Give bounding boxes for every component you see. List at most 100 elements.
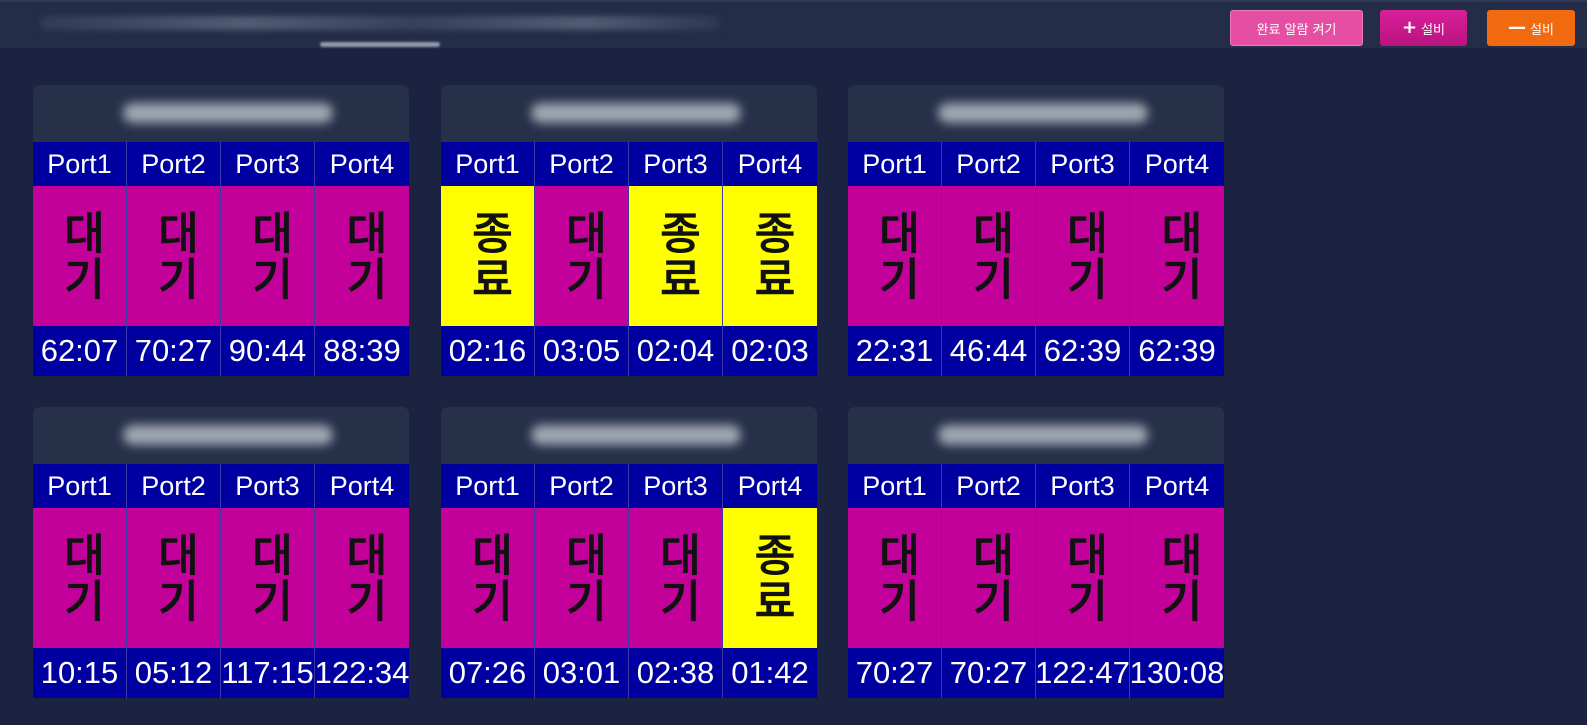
remove-equipment-label: 설비	[1530, 22, 1554, 38]
port-name: Port3	[629, 142, 722, 186]
port-name: Port2	[127, 464, 220, 508]
port-column[interactable]: Port3 대기 90:44	[221, 142, 315, 376]
port-column[interactable]: Port4 대기 130:08	[1130, 464, 1224, 698]
equipment-card: Port1 대기 22:31 Port2 대기 46:44 Port3 대기 62:39 Port…	[848, 85, 1224, 376]
port-elapsed-time: 10:15	[33, 648, 126, 698]
port-elapsed-time: 02:16	[441, 326, 534, 376]
port-elapsed-time: 02:04	[629, 326, 722, 376]
top-bar: 완료 알람 켜기 + 설비 — 설비	[0, 0, 1587, 48]
port-list: Port1 대기 07:26 Port2 대기 03:01 Port3 대기 02:38 Port…	[441, 464, 817, 698]
port-status: 대기	[1130, 508, 1224, 648]
add-equipment-button[interactable]: + 설비	[1380, 10, 1467, 46]
equipment-card: Port1 대기 70:27 Port2 대기 70:27 Port3 대기 122:47 Por…	[848, 407, 1224, 698]
port-elapsed-time: 90:44	[221, 326, 314, 376]
equipment-card: Port1 종료 02:16 Port2 대기 03:05 Port3 종료 02:04 Port…	[441, 85, 817, 376]
port-status: 종료	[441, 186, 534, 326]
port-name: Port3	[629, 464, 722, 508]
port-status: 대기	[1130, 186, 1224, 326]
port-column[interactable]: Port2 대기 70:27	[942, 464, 1036, 698]
port-elapsed-time: 03:01	[535, 648, 628, 698]
port-status: 대기	[33, 508, 126, 648]
port-column[interactable]: Port3 대기 02:38	[629, 464, 723, 698]
add-equipment-label: 설비	[1421, 22, 1445, 38]
port-status: 대기	[127, 186, 220, 326]
redacted-equipment-name	[123, 425, 333, 445]
port-column[interactable]: Port2 대기 03:05	[535, 142, 629, 376]
port-status: 대기	[33, 186, 126, 326]
port-column[interactable]: Port1 대기 07:26	[441, 464, 535, 698]
minus-icon: —	[1508, 17, 1527, 38]
port-list: Port1 대기 10:15 Port2 대기 05:12 Port3 대기 117:15 Por…	[33, 464, 409, 698]
port-name: Port4	[1130, 464, 1224, 508]
port-name: Port3	[221, 142, 314, 186]
port-elapsed-time: 70:27	[848, 648, 941, 698]
port-status: 대기	[221, 186, 314, 326]
port-elapsed-time: 62:39	[1130, 326, 1224, 376]
port-column[interactable]: Port1 대기 10:15	[33, 464, 127, 698]
port-column[interactable]: Port4 대기 122:34	[315, 464, 409, 698]
redacted-equipment-name	[531, 103, 741, 123]
port-status: 대기	[848, 508, 941, 648]
completion-alarm-button[interactable]: 완료 알람 켜기	[1230, 10, 1363, 46]
port-elapsed-time: 07:26	[441, 648, 534, 698]
equipment-card-header	[441, 407, 817, 464]
equipment-card-header	[33, 407, 409, 464]
equipment-card: Port1 대기 07:26 Port2 대기 03:01 Port3 대기 02:38 Port…	[441, 407, 817, 698]
port-name: Port3	[221, 464, 314, 508]
port-elapsed-time: 02:38	[629, 648, 722, 698]
port-list: Port1 종료 02:16 Port2 대기 03:05 Port3 종료 02:04 Port…	[441, 142, 817, 376]
port-column[interactable]: Port4 종료 01:42	[723, 464, 817, 698]
port-status: 대기	[221, 508, 314, 648]
port-name: Port3	[1036, 464, 1129, 508]
port-elapsed-time: 02:03	[723, 326, 817, 376]
redacted-title	[40, 16, 720, 30]
port-elapsed-time: 46:44	[942, 326, 1035, 376]
port-elapsed-time: 70:27	[127, 326, 220, 376]
port-elapsed-time: 130:08	[1130, 648, 1224, 698]
port-column[interactable]: Port4 대기 88:39	[315, 142, 409, 376]
port-list: Port1 대기 70:27 Port2 대기 70:27 Port3 대기 122:47 Por…	[848, 464, 1224, 698]
port-elapsed-time: 122:47	[1036, 648, 1129, 698]
port-column[interactable]: Port3 대기 62:39	[1036, 142, 1130, 376]
port-elapsed-time: 62:39	[1036, 326, 1129, 376]
port-column[interactable]: Port1 대기 70:27	[848, 464, 942, 698]
port-status: 대기	[441, 508, 534, 648]
port-column[interactable]: Port2 대기 05:12	[127, 464, 221, 698]
port-status: 대기	[848, 186, 941, 326]
port-column[interactable]: Port2 대기 70:27	[127, 142, 221, 376]
redacted-equipment-name	[938, 425, 1148, 445]
port-column[interactable]: Port2 대기 46:44	[942, 142, 1036, 376]
redacted-subtitle	[320, 42, 440, 47]
port-column[interactable]: Port3 종료 02:04	[629, 142, 723, 376]
port-status: 대기	[942, 186, 1035, 326]
port-name: Port1	[441, 142, 534, 186]
redacted-equipment-name	[531, 425, 741, 445]
port-name: Port2	[942, 464, 1035, 508]
port-column[interactable]: Port3 대기 122:47	[1036, 464, 1130, 698]
port-column[interactable]: Port4 종료 02:03	[723, 142, 817, 376]
port-elapsed-time: 88:39	[315, 326, 409, 376]
port-column[interactable]: Port1 종료 02:16	[441, 142, 535, 376]
port-status: 대기	[942, 508, 1035, 648]
port-status: 대기	[127, 508, 220, 648]
remove-equipment-button[interactable]: — 설비	[1487, 10, 1575, 46]
port-elapsed-time: 117:15	[221, 648, 314, 698]
equipment-card: Port1 대기 62:07 Port2 대기 70:27 Port3 대기 90:44 Port…	[33, 85, 409, 376]
port-column[interactable]: Port4 대기 62:39	[1130, 142, 1224, 376]
port-status: 대기	[315, 186, 409, 326]
port-name: Port2	[535, 464, 628, 508]
port-column[interactable]: Port1 대기 62:07	[33, 142, 127, 376]
equipment-card-header	[848, 85, 1224, 142]
port-elapsed-time: 01:42	[723, 648, 817, 698]
port-name: Port1	[33, 464, 126, 508]
port-column[interactable]: Port3 대기 117:15	[221, 464, 315, 698]
port-name: Port2	[127, 142, 220, 186]
completion-alarm-label: 완료 알람 켜기	[1256, 22, 1337, 38]
port-name: Port1	[33, 142, 126, 186]
redacted-equipment-name	[123, 103, 333, 123]
port-column[interactable]: Port1 대기 22:31	[848, 142, 942, 376]
equipment-card-header	[848, 407, 1224, 464]
port-column[interactable]: Port2 대기 03:01	[535, 464, 629, 698]
port-name: Port1	[848, 142, 941, 186]
port-elapsed-time: 62:07	[33, 326, 126, 376]
